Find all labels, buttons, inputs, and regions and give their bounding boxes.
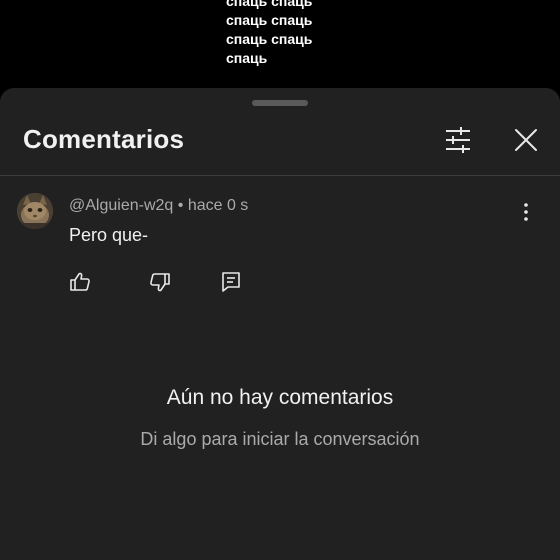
empty-state-title: Aún no hay comentarios	[166, 386, 394, 409]
comment-more-button[interactable]	[512, 198, 540, 226]
caption-line: спаць спаць	[226, 12, 313, 28]
comment-text: Pero que-	[69, 225, 149, 245]
thumb-up-icon	[70, 272, 90, 291]
meta-separator: •	[177, 197, 184, 214]
thumb-down-icon	[150, 273, 170, 292]
cat-avatar-image	[17, 193, 53, 229]
video-caption: спаць спаць спаць спаць спаць спаць спац…	[226, 0, 346, 68]
caption-line: спаць	[226, 50, 268, 66]
comment-meta: @Alguien-w2q • hace 0 s	[69, 197, 248, 215]
more-vertical-icon	[524, 203, 528, 221]
reply-icon	[222, 272, 240, 292]
close-button[interactable]	[508, 122, 544, 158]
avatar[interactable]	[17, 193, 53, 229]
dislike-button[interactable]	[144, 266, 176, 298]
caption-line: спаць спаць	[226, 0, 313, 9]
comment-author[interactable]: @Alguien-w2q	[69, 197, 173, 214]
comment-item: @Alguien-w2q • hace 0 s Pero que-	[0, 188, 560, 308]
empty-state-subtitle: Di algo para iniciar la conversación	[140, 429, 420, 449]
comment-time: hace 0 s	[187, 197, 249, 214]
filter-button[interactable]	[440, 122, 476, 158]
tune-icon	[446, 127, 470, 153]
close-icon	[515, 129, 537, 151]
header-divider	[0, 175, 560, 176]
drag-handle[interactable]	[252, 100, 308, 106]
comments-sheet: Comentarios @Alguien-w2q • hace 0 s Pero…	[0, 88, 560, 560]
comments-title: Comentarios	[23, 124, 185, 154]
like-button[interactable]	[64, 266, 96, 298]
reply-button[interactable]	[215, 266, 247, 298]
caption-line: спаць спаць	[226, 31, 313, 47]
video-player[interactable]: спаць спаць спаць спаць спаць спаць спац…	[0, 0, 560, 92]
